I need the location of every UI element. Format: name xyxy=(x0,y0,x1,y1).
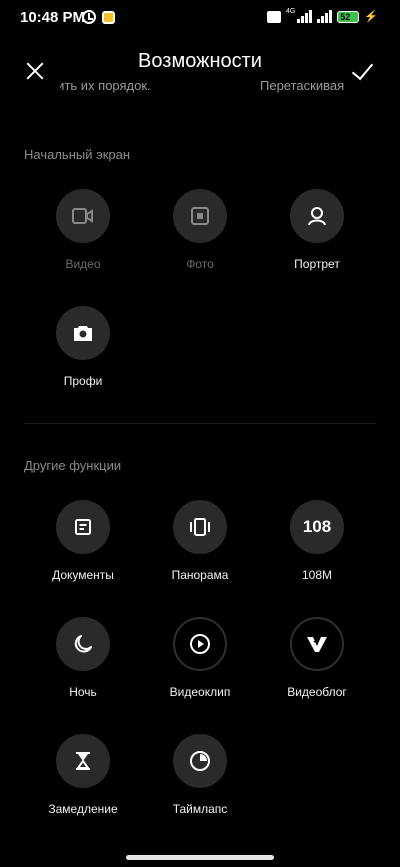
hint-text: нить их порядок. Перетаскивая xyxy=(0,78,400,98)
portrait-icon xyxy=(290,189,344,243)
charging-icon: ⚡ xyxy=(364,11,378,23)
hint-text-right: Перетаскивая xyxy=(260,78,344,93)
pro-camera-icon xyxy=(56,306,110,360)
feature-portrait[interactable]: Портрет xyxy=(257,189,377,271)
feature-panorama[interactable]: Панорама xyxy=(140,500,260,582)
section-title-other-features: Другие функции xyxy=(24,458,122,473)
status-bar: 10:48 PM 4G 52 ⚡ xyxy=(0,0,400,34)
feature-vlog[interactable]: Видеоблог xyxy=(257,617,377,699)
night-icon xyxy=(56,617,110,671)
volte-icon xyxy=(266,10,281,23)
hint-text-left: нить их порядок. xyxy=(60,78,151,93)
feature-photo[interactable]: Фото xyxy=(140,189,260,271)
feature-night[interactable]: Ночь xyxy=(23,617,143,699)
document-icon xyxy=(56,500,110,554)
feature-label: Ночь xyxy=(69,685,97,699)
slow-motion-icon xyxy=(56,734,110,788)
status-time: 10:48 PM xyxy=(20,9,86,26)
feature-pro[interactable]: Профи xyxy=(23,306,143,388)
feature-label: 108M xyxy=(301,568,333,582)
108m-icon: 108 xyxy=(290,500,344,554)
app-icon xyxy=(102,11,115,24)
signal-icon xyxy=(297,10,313,23)
feature-label: Видео xyxy=(65,257,101,271)
photo-icon xyxy=(173,189,227,243)
video-icon xyxy=(56,189,110,243)
section-title-home-screen: Начальный экран xyxy=(24,147,131,162)
feature-documents[interactable]: Документы xyxy=(23,500,143,582)
feature-label: Видеоклип xyxy=(169,685,231,699)
panorama-icon xyxy=(173,500,227,554)
feature-label: Профи xyxy=(63,374,103,388)
feature-108m[interactable]: 108 108M xyxy=(257,500,377,582)
battery-icon: 52 xyxy=(337,10,360,23)
feature-label: Видеоблог xyxy=(287,685,347,699)
feature-label: Таймлапс xyxy=(172,802,228,816)
feature-label: Замедление xyxy=(48,802,118,816)
alarm-icon xyxy=(82,10,96,24)
home-indicator[interactable] xyxy=(126,855,274,860)
feature-videoclip[interactable]: Видеоклип xyxy=(140,617,260,699)
feature-label: Документы xyxy=(52,568,114,582)
battery-level: 52 xyxy=(340,11,351,22)
feature-label: Панорама xyxy=(171,568,229,582)
108m-icon-text: 108 xyxy=(302,517,332,536)
network-type: 4G xyxy=(285,8,296,15)
feature-label: Фото xyxy=(186,257,214,271)
feature-video[interactable]: Видео xyxy=(23,189,143,271)
page-title: Возможности xyxy=(138,50,262,72)
feature-timelapse[interactable]: Таймлапс xyxy=(140,734,260,816)
divider xyxy=(24,423,376,424)
videoclip-icon xyxy=(173,617,227,671)
signal-icon-2 xyxy=(317,10,333,23)
status-icons: 4G 52 ⚡ xyxy=(266,8,378,23)
feature-slow-motion[interactable]: Замедление xyxy=(23,734,143,816)
vlog-icon xyxy=(290,617,344,671)
timelapse-icon xyxy=(173,734,227,788)
feature-label: Портрет xyxy=(294,257,340,271)
